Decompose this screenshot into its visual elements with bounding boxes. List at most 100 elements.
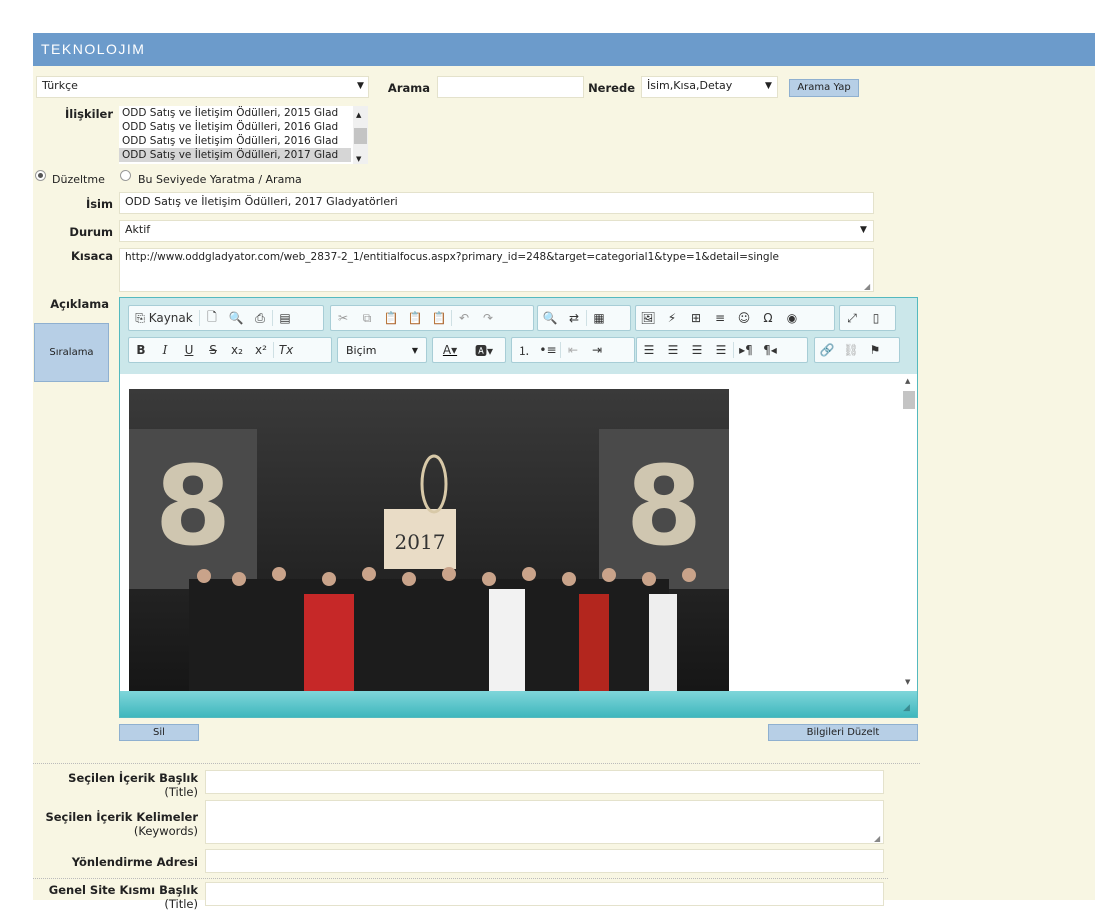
general-title-sub: (Title): [164, 897, 198, 911]
edit-radio[interactable]: [35, 170, 46, 181]
editor-resize-icon[interactable]: ◢: [903, 703, 910, 713]
paste-text-icon[interactable]: 📋: [403, 311, 427, 325]
relations-scrollbar[interactable]: ▲ ▼: [353, 106, 368, 164]
table-icon[interactable]: ⊞: [684, 311, 708, 325]
toolbar-document-group: ⎘ Kaynak 🗋 🔍 ⎙ ▤: [128, 305, 324, 331]
save-button[interactable]: Bilgileri Düzelt: [768, 724, 918, 741]
underline-icon[interactable]: U: [177, 343, 201, 357]
svg-text:8: 8: [626, 442, 703, 570]
meta-title-sub: (Title): [164, 785, 198, 799]
editor-scroll-down-icon[interactable]: ▼: [905, 678, 910, 686]
justify-icon[interactable]: ☰: [709, 343, 733, 357]
scroll-down-icon[interactable]: ▼: [356, 152, 361, 164]
language-value: Türkçe: [42, 79, 78, 92]
meta-keywords-textarea[interactable]: [205, 800, 884, 844]
cut-icon[interactable]: ✂: [331, 311, 355, 325]
source-button[interactable]: ⎘ Kaynak: [129, 311, 199, 326]
flash-icon[interactable]: ⚡: [660, 311, 684, 325]
link-icon[interactable]: 🔗: [815, 343, 839, 357]
anchor-icon[interactable]: ⚑: [863, 343, 887, 357]
list-item-selected[interactable]: ODD Satış ve İletişim Ödülleri, 2017 Gla…: [119, 148, 351, 162]
align-center-icon[interactable]: ☰: [661, 343, 685, 357]
show-blocks-icon[interactable]: ▯: [864, 311, 888, 325]
replace-icon[interactable]: ⇄: [562, 311, 586, 325]
subscript-icon[interactable]: x₂: [225, 343, 249, 357]
select-all-icon[interactable]: ▦: [587, 311, 611, 325]
ltr-icon[interactable]: ▸¶: [734, 343, 758, 357]
list-item[interactable]: ODD Satış ve İletişim Ödülleri, 2016 Gla…: [119, 134, 351, 148]
where-select[interactable]: İsim,Kısa,Detay: [641, 76, 778, 98]
app-title: TEKNOLOJIM: [41, 41, 146, 57]
editor-content[interactable]: 8 8 2017 ▲ ▼: [120, 374, 917, 691]
find-icon[interactable]: 🔍: [538, 311, 562, 325]
align-right-icon[interactable]: ☰: [685, 343, 709, 357]
bulleted-list-icon[interactable]: •≡: [536, 343, 560, 357]
italic-icon[interactable]: I: [153, 343, 177, 357]
remove-format-icon[interactable]: Tx: [274, 343, 298, 357]
indent-icon[interactable]: ⇥: [585, 343, 609, 357]
strike-icon[interactable]: S: [201, 343, 225, 357]
editor-scroll-thumb[interactable]: [903, 391, 915, 409]
text-color-icon[interactable]: A▾: [433, 343, 467, 357]
meta-keywords-label-text: Seçilen İçerik Kelimeler: [45, 810, 198, 824]
toolbar-links-group: 🔗 ⛓ ⚑: [814, 337, 900, 363]
copy-icon[interactable]: ⧉: [355, 311, 379, 326]
horizontal-line-icon[interactable]: ≡: [708, 311, 732, 325]
list-item[interactable]: ODD Satış ve İletişim Ödülleri, 2015 Gla…: [119, 106, 351, 120]
image-icon[interactable]: 🖼: [636, 311, 660, 325]
scroll-thumb[interactable]: [354, 128, 367, 144]
redirect-label: Yönlendirme Adresi: [71, 855, 198, 869]
maximize-icon[interactable]: ⤢: [840, 311, 864, 326]
resize-handle-icon[interactable]: ◢: [864, 282, 870, 291]
short-textarea[interactable]: http://www.oddgladyator.com/web_2837-2_1…: [119, 248, 874, 292]
editor-scrollbar[interactable]: ▲ ▼: [901, 374, 917, 691]
scroll-up-icon[interactable]: ▲: [356, 108, 361, 122]
bg-color-icon[interactable]: 🅰▾: [467, 342, 501, 359]
toolbar-insert-group: 🖼 ⚡ ⊞ ≡ ☺ Ω ◉: [635, 305, 835, 331]
status-select[interactable]: Aktif: [119, 220, 874, 242]
keywords-resize-icon[interactable]: ◢: [874, 834, 880, 843]
format-dropdown-icon: ▼: [411, 345, 418, 355]
name-input[interactable]: ODD Satış ve İletişim Ödülleri, 2017 Gla…: [119, 192, 874, 214]
redirect-input[interactable]: [205, 849, 884, 873]
paste-icon[interactable]: 📋: [379, 311, 403, 325]
rtl-icon[interactable]: ¶◂: [758, 343, 782, 357]
search-input[interactable]: [437, 76, 584, 98]
paste-word-icon[interactable]: 📋: [427, 311, 451, 325]
templates-icon[interactable]: ▤: [273, 311, 297, 325]
meta-title-label-text: Seçilen İçerik Başlık: [68, 771, 198, 785]
smiley-icon[interactable]: ☺: [732, 311, 756, 325]
search-button[interactable]: Arama Yap: [789, 79, 859, 97]
unlink-icon[interactable]: ⛓: [839, 343, 863, 357]
where-dropdown-icon: ▼: [765, 81, 772, 91]
editor-scroll-up-icon[interactable]: ▲: [905, 377, 910, 385]
create-radio-label: Bu Seviyede Yaratma / Arama: [138, 173, 302, 186]
general-title-input[interactable]: [205, 882, 884, 906]
list-item[interactable]: ODD Satış ve İletişim Ödülleri, 2016 Gla…: [119, 120, 351, 134]
meta-keywords-sub: (Keywords): [133, 824, 198, 838]
toolbar-colors-group: A▾ 🅰▾: [432, 337, 506, 363]
format-dropdown[interactable]: Biçim ▼: [337, 337, 427, 363]
align-left-icon[interactable]: ☰: [637, 343, 661, 357]
bold-icon[interactable]: B: [129, 343, 153, 357]
language-select[interactable]: Türkçe: [36, 76, 369, 98]
create-radio[interactable]: [120, 170, 131, 181]
outdent-icon[interactable]: ⇤: [561, 343, 585, 357]
numbered-list-icon[interactable]: ⒈: [512, 342, 536, 359]
redo-icon[interactable]: ↷: [476, 311, 500, 325]
undo-icon[interactable]: ↶: [452, 311, 476, 325]
meta-keywords-label: Seçilen İçerik Kelimeler (Keywords): [40, 810, 198, 838]
delete-button[interactable]: Sil: [119, 724, 199, 741]
relations-list[interactable]: ODD Satış ve İletişim Ödülleri, 2015 Gla…: [119, 106, 368, 164]
preview-icon[interactable]: 🔍: [224, 311, 248, 325]
meta-title-input[interactable]: [205, 770, 884, 794]
svg-text:8: 8: [155, 442, 232, 570]
iframe-icon[interactable]: ◉: [780, 311, 804, 325]
event-photo: 8 8 2017: [129, 389, 729, 691]
new-page-icon[interactable]: 🗋: [200, 308, 224, 329]
print-icon[interactable]: ⎙: [248, 311, 272, 326]
status-dropdown-icon: ▼: [860, 225, 867, 235]
sort-button[interactable]: Sıralama: [34, 323, 109, 382]
special-char-icon[interactable]: Ω: [756, 311, 780, 325]
superscript-icon[interactable]: x²: [249, 343, 273, 357]
